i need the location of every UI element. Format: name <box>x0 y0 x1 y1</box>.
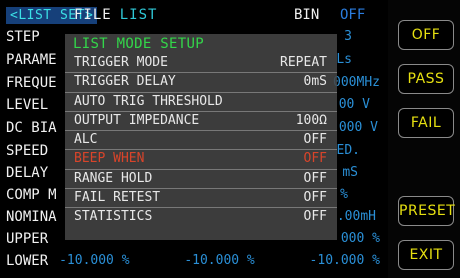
setup-list: TRIGGER MODE REPEAT TRIGGER DELAY 0mS AU… <box>65 54 337 227</box>
setup-label: TRIGGER DELAY <box>74 74 176 90</box>
param-value: ED. <box>336 143 360 158</box>
setup-label: TRIGGER MODE <box>74 55 168 70</box>
setup-label: AUTO TRIG THRESHOLD <box>74 93 223 109</box>
param-label: LOWER <box>6 253 49 269</box>
softkey-pass-button[interactable]: PASS <box>398 64 454 94</box>
bin-value[interactable]: OFF <box>340 7 365 24</box>
setup-label: STATISTICS <box>74 209 153 225</box>
param-label: DC BIA <box>6 120 57 136</box>
param-label: UPPER <box>6 231 49 247</box>
setup-label: BEEP WHEN <box>74 151 145 167</box>
param-value: mS <box>342 165 358 180</box>
param-label: NOMINA <box>6 209 57 225</box>
setup-value: OFF <box>303 151 327 167</box>
tab-file-list[interactable]: FILE LIST <box>74 7 157 24</box>
setup-value: 0mS <box>303 74 327 90</box>
param-value: -10.000 % -10.000 % -10.000 % <box>59 253 380 268</box>
param-label: DELAY <box>6 165 49 181</box>
setup-value: OFF <box>303 170 327 186</box>
param-label: FREQUE <box>6 75 57 91</box>
setup-label: RANGE HOLD <box>74 170 153 186</box>
param-value: 000 V <box>338 120 378 135</box>
param-value: % <box>340 187 348 202</box>
setup-value: OFF <box>303 190 327 206</box>
param-value: 000 % <box>340 231 380 246</box>
param-label: SPEED <box>6 143 49 159</box>
setup-value: OFF <box>303 132 327 148</box>
tab-file-label: FILE <box>74 7 112 23</box>
setup-row-statistics[interactable]: STATISTICS OFF <box>65 207 337 226</box>
param-label: STEP <box>6 29 40 45</box>
setup-value: REPEAT <box>280 55 327 70</box>
param-label: PARAME <box>6 52 57 68</box>
main-display: <LIST SET> FILE LIST BIN OFF STEP 3 PARAM… <box>0 0 388 278</box>
softkey-preset-button[interactable]: PRESET <box>398 196 455 226</box>
setup-value: OFF <box>303 209 327 225</box>
param-label: LEVEL <box>6 97 49 113</box>
dialog-title: LIST MODE SETUP <box>73 36 204 52</box>
bin-label: BIN <box>294 7 320 23</box>
setup-row-range-hold[interactable]: RANGE HOLD OFF <box>65 168 337 188</box>
setup-row-auto-trig-threshold[interactable]: AUTO TRIG THRESHOLD <box>65 91 337 111</box>
setup-row-trigger-mode[interactable]: TRIGGER MODE REPEAT <box>65 54 337 72</box>
setup-row-beep-when[interactable]: BEEP WHEN OFF <box>65 149 337 168</box>
setup-row-output-impedance[interactable]: OUTPUT IMPEDANCE 100Ω <box>65 110 337 130</box>
param-value: 00 V <box>338 97 370 112</box>
setup-label: OUTPUT IMPEDANCE <box>74 112 200 128</box>
setup-row-alc[interactable]: ALC OFF <box>65 130 337 149</box>
setup-label: ALC <box>74 132 98 148</box>
softkey-fail-button[interactable]: FAIL <box>398 108 454 138</box>
param-value: 3 <box>344 29 352 44</box>
param-row-lower[interactable]: LOWER -10.000 % -10.000 % -10.000 % <box>0 250 388 272</box>
setup-label: FAIL RETEST <box>74 190 161 206</box>
list-mode-setup-dialog: LIST MODE SETUP TRIGGER MODE REPEAT TRIG… <box>65 34 337 240</box>
param-value: .00mH <box>336 209 376 224</box>
setup-row-fail-retest[interactable]: FAIL RETEST OFF <box>65 188 337 207</box>
tab-list-label: LIST <box>119 7 158 23</box>
param-value: 000MHz <box>333 75 380 90</box>
setup-row-trigger-delay[interactable]: TRIGGER DELAY 0mS <box>65 72 337 91</box>
softkey-off-button[interactable]: OFF <box>398 20 454 50</box>
param-label: COMP M <box>6 187 57 203</box>
top-tab-bar: <LIST SET> FILE LIST BIN OFF <box>0 0 388 26</box>
setup-value: 100Ω <box>295 112 327 128</box>
softkey-exit-button[interactable]: EXIT <box>398 240 454 270</box>
param-value: Ls <box>336 52 352 67</box>
